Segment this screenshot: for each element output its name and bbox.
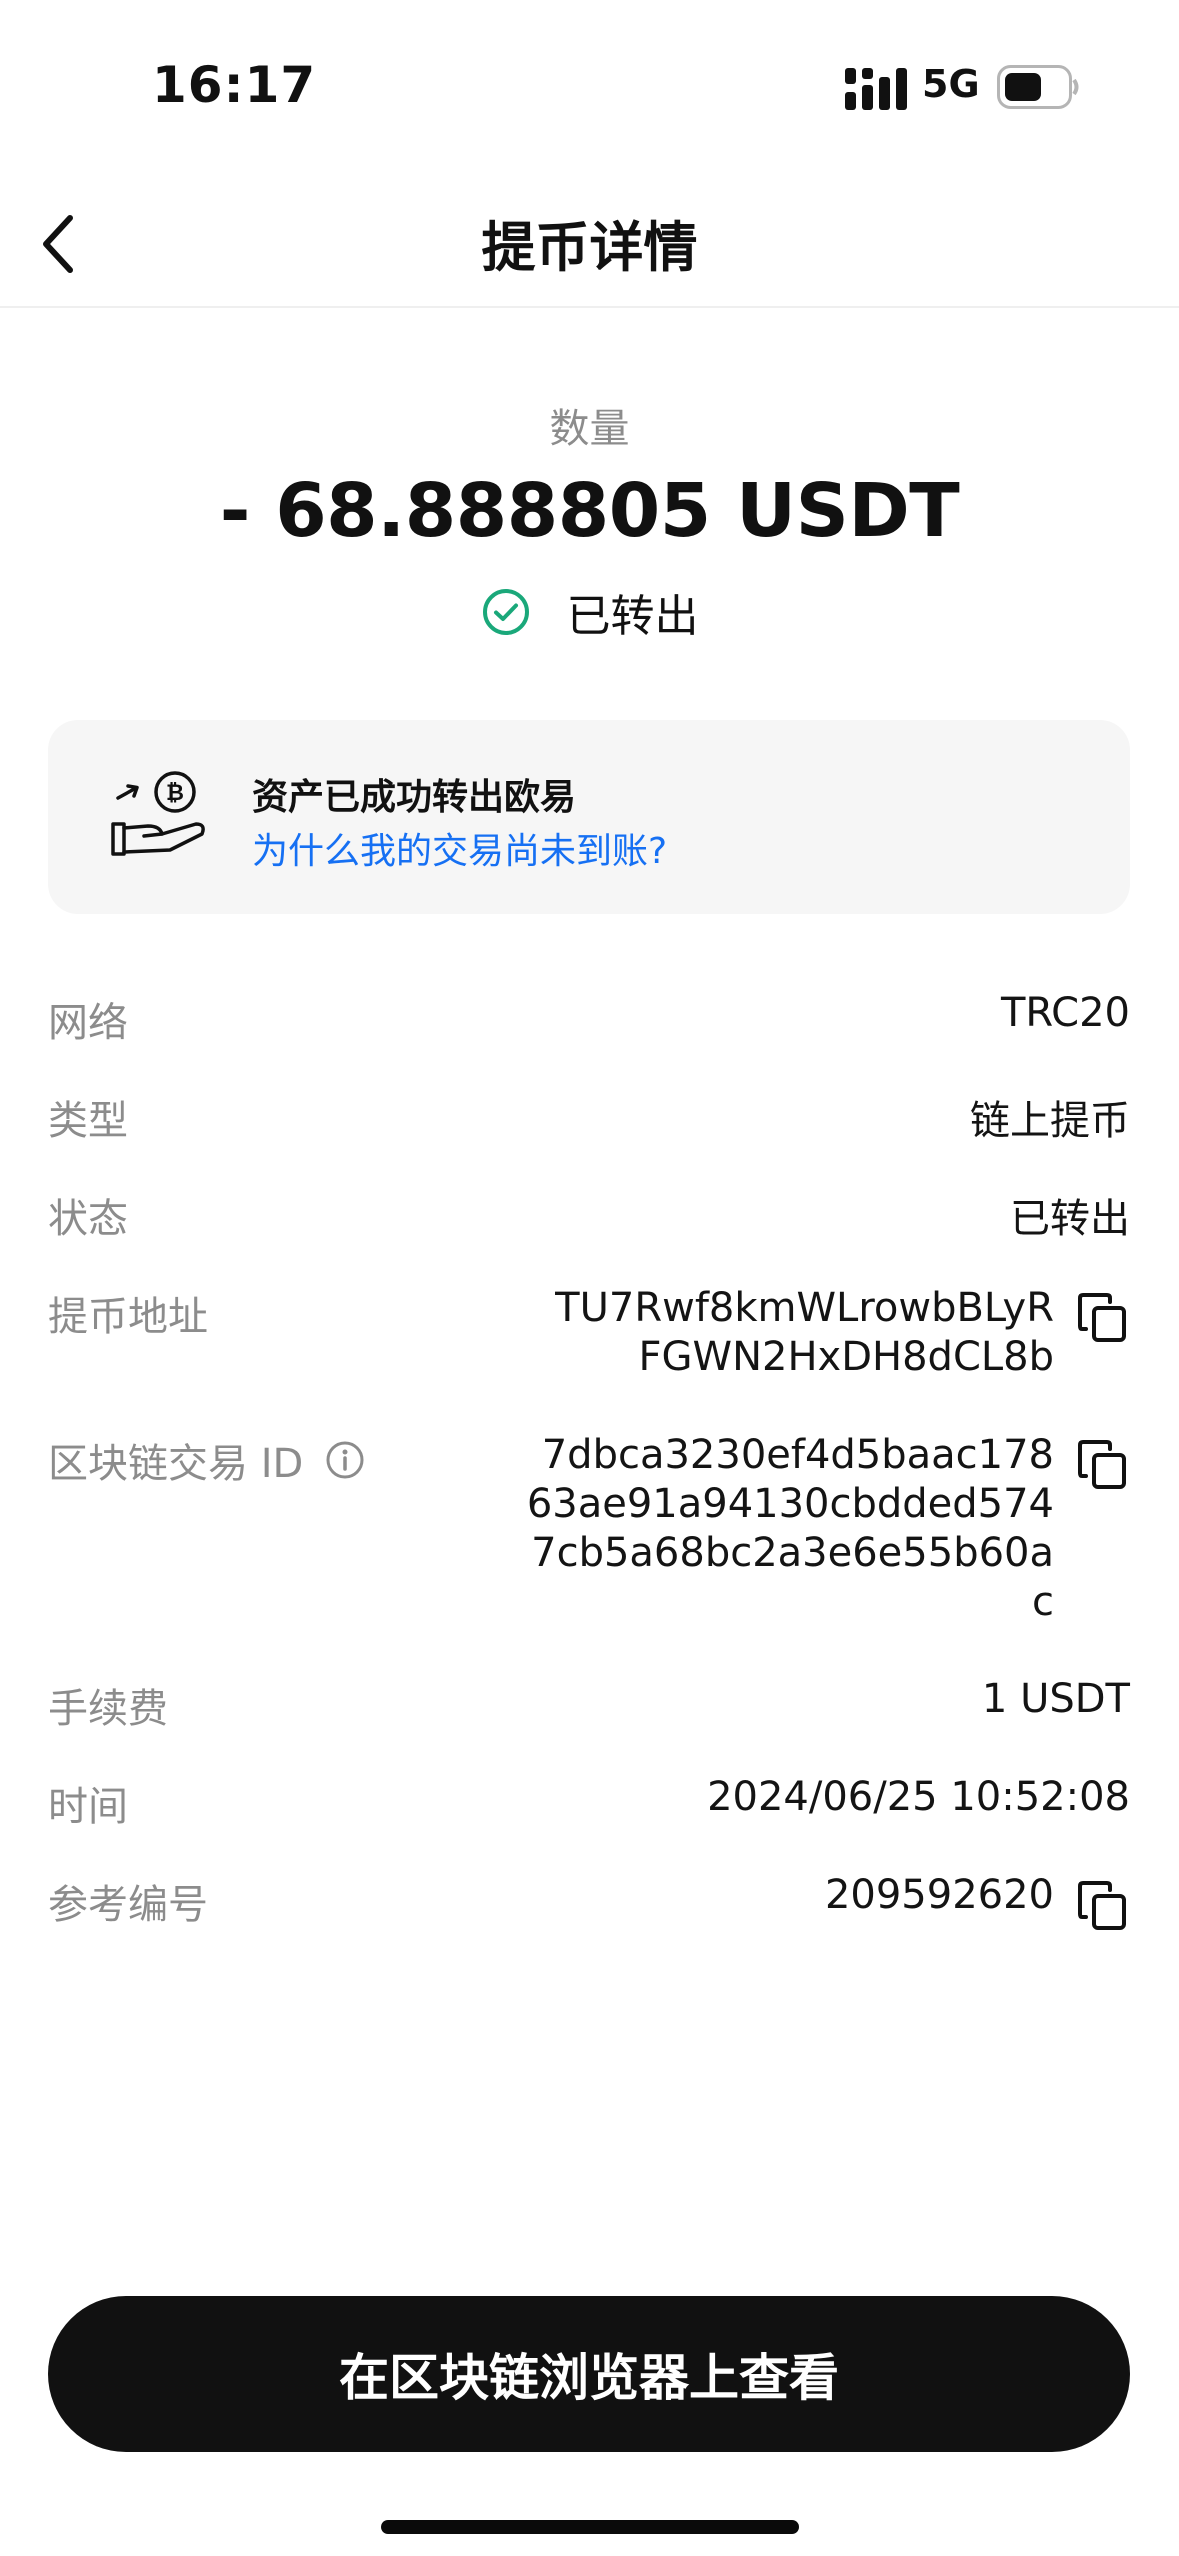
check-circle-icon [482, 589, 529, 635]
status-text: 已转出 [566, 591, 699, 642]
reference-label: 参考编号 [48, 1882, 208, 1928]
txid-line: 7cb5a68bc2a3e6e55b60a [531, 1530, 1054, 1576]
notice-card [48, 720, 1130, 914]
txid-label-row: 区块链交易 ID [48, 1431, 365, 1489]
txid-label: 区块链交易 ID [48, 1441, 304, 1487]
info-icon[interactable] [325, 1440, 365, 1480]
network-value: TRC20 [1000, 990, 1130, 1036]
address-label: 提币地址 [48, 1294, 208, 1340]
network-type: 5G [922, 62, 980, 106]
txid-line: c [1032, 1579, 1054, 1625]
txid-line: 63ae91a94130cbdded574 [526, 1481, 1054, 1527]
home-indicator [381, 2520, 799, 2534]
time-value: 2024/06/25 10:52:08 [707, 1774, 1130, 1820]
status-label: 状态 [48, 1196, 128, 1242]
fee-label: 手续费 [48, 1686, 168, 1732]
transaction-id: 7dbca3230ef4d5baac178 63ae91a94130cbdded… [527, 1431, 1054, 1627]
reference-value: 209592620 [824, 1872, 1054, 1918]
type-value: 链上提币 [970, 1098, 1130, 1144]
txid-line: 7dbca3230ef4d5baac178 [541, 1432, 1054, 1478]
battery-icon [997, 65, 1079, 109]
view-on-explorer-button[interactable]: 在区块链浏览器上查看 [48, 2296, 1130, 2452]
hand-coin-icon: ₿ [111, 771, 205, 856]
copy-reference-icon[interactable] [1076, 1879, 1130, 1933]
why-not-arrived-link[interactable]: 为什么我的交易尚未到账? [252, 822, 667, 874]
page-title: 提币详情 [481, 216, 698, 279]
quantity-label: 数量 [549, 406, 630, 452]
notice-title: 资产已成功转出欧易 [252, 777, 577, 818]
status-row: 已转出 [0, 580, 1179, 644]
signal-icon [845, 68, 907, 110]
type-label: 类型 [48, 1098, 128, 1144]
withdraw-address: TU7Rwf8kmWLrowbBLyR FGWN2HxDH8dCL8b [555, 1284, 1054, 1382]
amount-value: - 68.888805 USDT [219, 468, 960, 554]
status-value: 已转出 [1010, 1196, 1130, 1242]
address-line: FGWN2HxDH8dCL8b [638, 1334, 1054, 1380]
svg-text:₿: ₿ [166, 781, 184, 806]
status-time: 16:17 [152, 56, 317, 114]
address-line: TU7Rwf8kmWLrowbBLyR [555, 1285, 1054, 1331]
time-label: 时间 [48, 1784, 128, 1830]
copy-address-icon[interactable] [1076, 1291, 1130, 1345]
fee-value: 1 USDT [981, 1676, 1130, 1722]
header-divider [0, 306, 1179, 308]
network-label: 网络 [48, 1000, 128, 1046]
copy-txid-icon[interactable] [1076, 1438, 1130, 1492]
